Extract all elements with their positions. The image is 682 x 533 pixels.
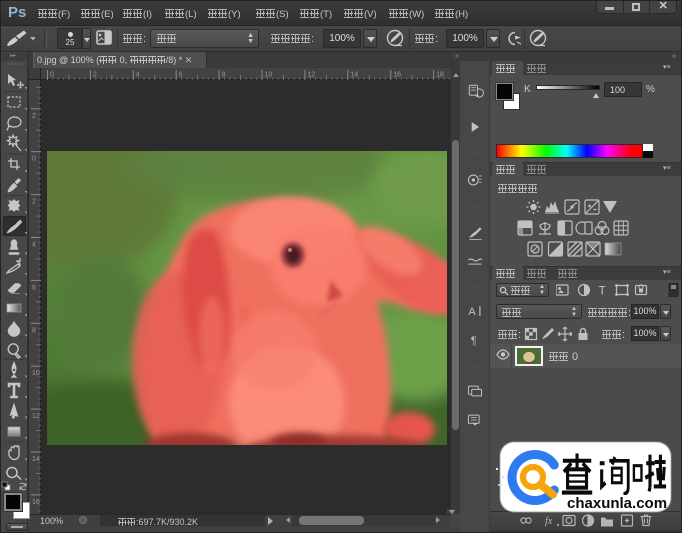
- svg-text:fx: fx: [545, 516, 553, 527]
- svg-text:8: 8: [32, 327, 36, 334]
- svg-text:0: 0: [50, 72, 54, 79]
- svg-text:2: 2: [93, 72, 97, 79]
- svg-text:8: 8: [222, 72, 226, 79]
- svg-text:6: 6: [179, 72, 183, 79]
- svg-text:12: 12: [307, 72, 315, 79]
- svg-text:16: 16: [393, 72, 401, 79]
- svg-text:0: 0: [32, 156, 36, 163]
- svg-text:¶: ¶: [471, 335, 477, 347]
- svg-text:14: 14: [350, 72, 358, 79]
- svg-text:2: 2: [32, 113, 36, 120]
- svg-text:A: A: [468, 306, 476, 318]
- svg-text:4: 4: [32, 242, 36, 249]
- svg-text:4: 4: [136, 72, 140, 79]
- svg-text:T: T: [599, 284, 607, 298]
- svg-text:10: 10: [265, 72, 273, 79]
- svg-text:2: 2: [32, 199, 36, 206]
- svg-text:6: 6: [32, 284, 36, 291]
- svg-text:18: 18: [436, 72, 444, 79]
